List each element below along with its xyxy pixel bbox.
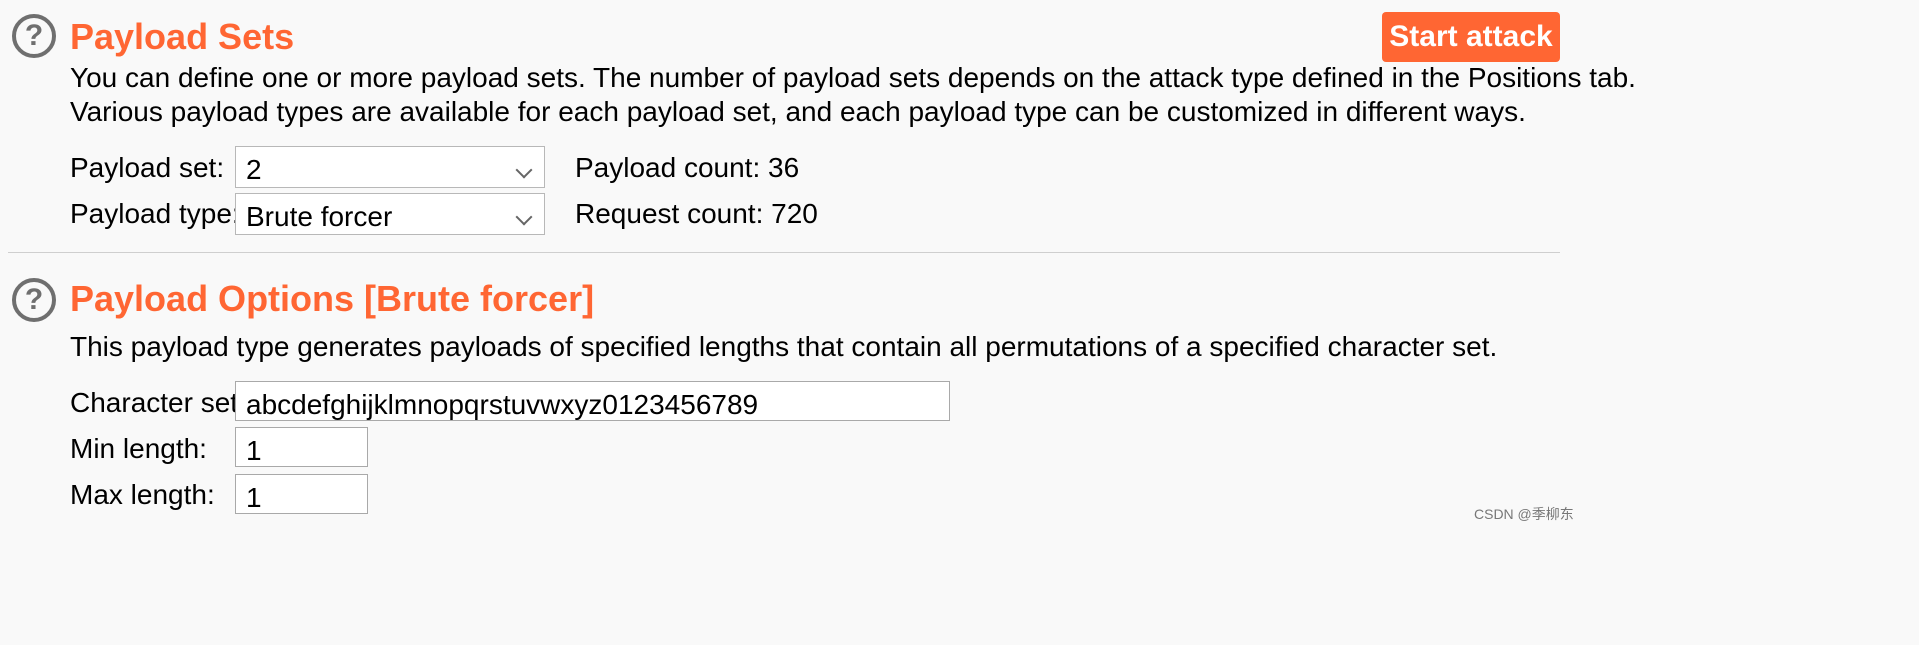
payload-set-value: 2 xyxy=(246,154,262,185)
max-length-label: Max length: xyxy=(70,479,215,510)
min-length-label: Min length: xyxy=(70,433,207,464)
max-length-input[interactable]: 1 xyxy=(235,474,368,514)
section-divider xyxy=(8,252,1560,253)
character-set-input[interactable]: abcdefghijklmnopqrstuvwxyz0123456789 xyxy=(235,381,950,421)
payload-options-description: This payload type generates payloads of … xyxy=(70,331,1498,362)
request-count: Request count: 720 xyxy=(575,198,818,229)
payload-count: Payload count: 36 xyxy=(575,152,800,183)
payload-type-select[interactable]: Brute forcer xyxy=(235,193,545,235)
chevron-down-icon xyxy=(515,161,533,179)
payload-set-label: Payload set: xyxy=(70,152,225,183)
watermark: CSDN @季柳东 xyxy=(1474,506,1574,522)
payload-set-select[interactable]: 2 xyxy=(235,146,545,188)
payload-sets-description-line2: Various payload types are available for … xyxy=(70,96,1526,127)
payload-type-label: Payload type: xyxy=(70,198,240,229)
payload-type-value: Brute forcer xyxy=(246,201,393,232)
help-icon[interactable]: ? xyxy=(12,14,56,58)
min-length-input[interactable]: 1 xyxy=(235,427,368,467)
help-icon[interactable]: ? xyxy=(12,278,56,322)
character-set-label: Character set: xyxy=(70,387,246,418)
chevron-down-icon xyxy=(515,208,533,226)
payload-sets-title: Payload Sets xyxy=(70,16,295,57)
payload-options-title: Payload Options [Brute forcer] xyxy=(70,278,595,319)
